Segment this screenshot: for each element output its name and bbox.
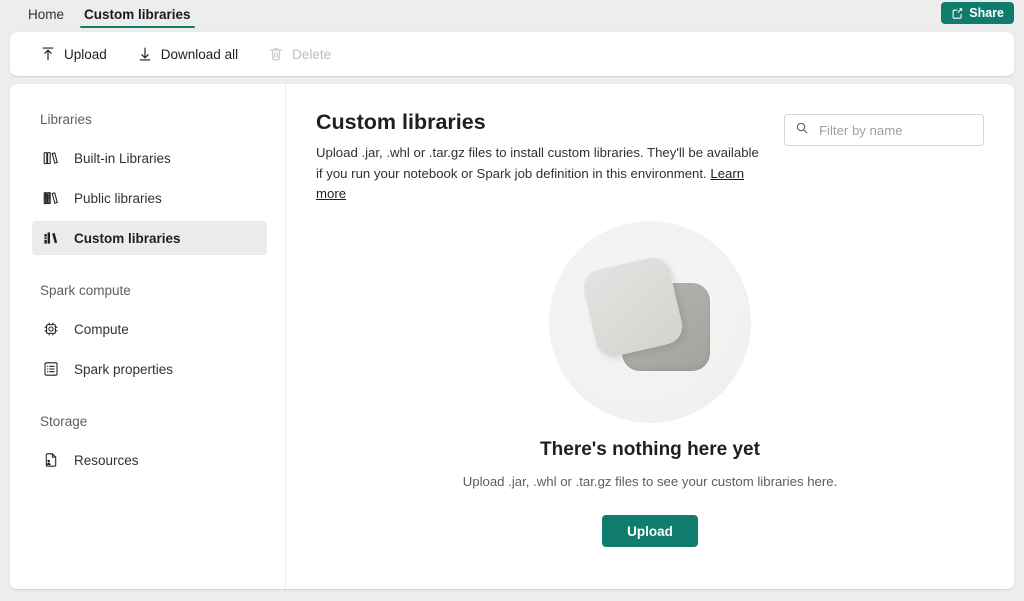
trash-icon [268,46,284,62]
books-filled-icon [42,229,60,247]
nav-group-spark-compute: Spark compute Compute Spark properties [10,283,285,386]
top-tab-bar: Home Custom libraries Share [0,0,1024,28]
stacked-squares-illustration [549,221,751,424]
sidebar-item-label: Resources [74,452,139,468]
sidebar-item-spark-properties[interactable]: Spark properties [32,352,267,386]
upload-arrow-icon [40,46,56,62]
main-header: Custom libraries Upload .jar, .whl or .t… [316,110,984,205]
share-button[interactable]: Share [941,2,1014,24]
content-card: Libraries Built-in Libraries Public libr… [10,84,1014,589]
sidebar-item-label: Compute [74,321,129,337]
download-all-button-label: Download all [160,46,239,62]
page-description-text: Upload .jar, .whl or .tar.gz files to in… [316,144,759,181]
page-description: Upload .jar, .whl or .tar.gz files to in… [316,143,764,206]
sidebar-item-resources[interactable]: Resources [32,443,267,477]
upload-button[interactable]: Upload [28,39,119,69]
nav-group-storage: Storage Resources [10,414,285,477]
list-document-icon [42,360,60,378]
sidebar-item-built-in-libraries[interactable]: Built-in Libraries [32,141,267,175]
cpu-chip-icon [42,320,60,338]
sidebar-item-label: Built-in Libraries [74,150,171,166]
empty-state-title: There's nothing here yet [540,439,760,461]
share-button-label: Share [969,6,1004,20]
share-icon [951,7,964,20]
main-header-text: Custom libraries Upload .jar, .whl or .t… [316,110,764,205]
main-content: Custom libraries Upload .jar, .whl or .t… [286,84,1014,589]
filter-input[interactable] [817,121,973,139]
page-title: Custom libraries [316,110,486,134]
nav-group-title-storage: Storage [40,414,88,429]
command-bar: Upload Download all Delete [10,32,1014,76]
delete-button-label: Delete [292,46,332,62]
tab-home[interactable]: Home [18,0,74,28]
sidebar-item-label: Public libraries [74,190,162,206]
file-person-icon [42,451,60,469]
empty-state-upload-button[interactable]: Upload [602,515,698,548]
books-globe-icon [42,189,60,207]
tab-custom-libraries[interactable]: Custom libraries [74,0,201,28]
sidebar-item-public-libraries[interactable]: Public libraries [32,181,267,215]
nav-group-libraries: Libraries Built-in Libraries Public libr… [10,112,285,255]
sidebar-item-label: Spark properties [74,361,174,377]
books-outline-icon [42,149,60,167]
upload-button-label: Upload [64,46,107,62]
sidebar-item-label: Custom libraries [74,230,181,246]
delete-button[interactable]: Delete [256,39,343,69]
sidebar-item-compute[interactable]: Compute [32,312,267,346]
filter-by-name-box[interactable] [784,114,984,146]
sidebar-item-custom-libraries[interactable]: Custom libraries [32,221,267,255]
nav-group-title-libraries: Libraries [40,112,92,127]
empty-state-subtitle: Upload .jar, .whl or .tar.gz files to se… [462,474,838,490]
download-arrow-icon [137,46,153,62]
sidebar: Libraries Built-in Libraries Public libr… [10,84,286,589]
search-icon [795,121,809,140]
download-all-button[interactable]: Download all [125,39,250,69]
nav-group-title-spark-compute: Spark compute [40,283,131,298]
empty-state: There's nothing here yet Upload .jar, .w… [316,221,984,548]
